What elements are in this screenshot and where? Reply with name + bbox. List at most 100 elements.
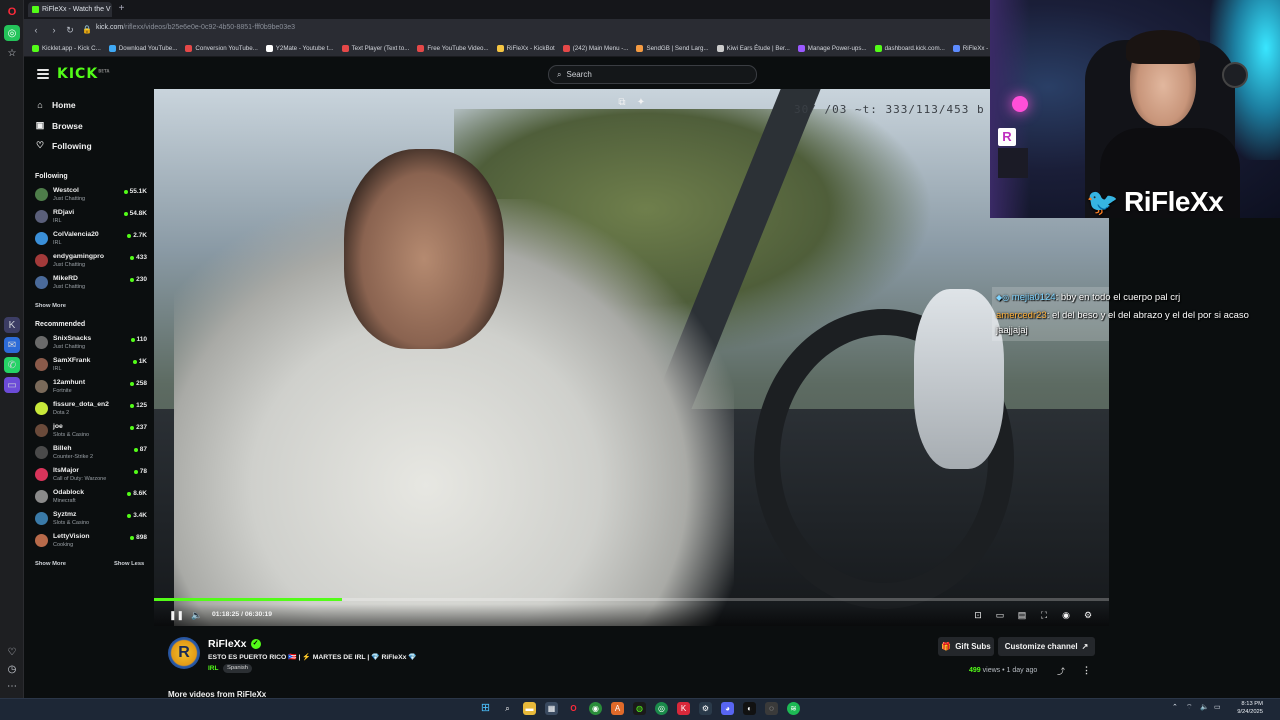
discord-icon[interactable]: ◕ xyxy=(721,702,734,715)
tray-chevron-icon[interactable]: ⌃ xyxy=(1172,703,1178,711)
miniplayer-icon[interactable]: ▭ xyxy=(994,609,1006,621)
whatsapp-sidebar-icon[interactable]: ◎ xyxy=(4,25,20,41)
spotify-icon[interactable]: ≋ xyxy=(787,702,800,715)
views-count: 499 xyxy=(969,667,981,674)
pause-icon[interactable]: ❚❚ xyxy=(169,609,184,621)
picture-in-picture-icon[interactable]: ⧉ xyxy=(616,97,628,109)
video-progress-bar[interactable] xyxy=(154,598,1109,601)
customize-channel-button[interactable]: Customize channel ↗ xyxy=(998,637,1095,656)
settings-gear-icon[interactable]: ⚙ xyxy=(1082,609,1094,621)
bookmark-item[interactable]: Manage Power-ups... xyxy=(797,45,867,52)
back-arrow-icon[interactable]: ‹ xyxy=(30,24,42,36)
twitter-bird-icon: 🐦 xyxy=(1086,187,1118,217)
more-options-icon[interactable]: ⋮ xyxy=(1082,665,1091,676)
channel-item[interactable]: 12amhunt Fortnite 258 xyxy=(35,377,147,397)
clip-icon[interactable]: ⊡ xyxy=(972,609,984,621)
more-dots-icon[interactable]: ⋯ xyxy=(4,678,20,694)
kick-sidebar-icon[interactable]: K xyxy=(4,317,20,333)
bookmark-item[interactable]: Free YouTube Video... xyxy=(417,45,489,52)
bookmark-item[interactable]: SendGB | Send Larg... xyxy=(636,45,709,52)
windows-start-icon[interactable]: ⊞ xyxy=(479,702,492,715)
network-icon[interactable]: ⌔ xyxy=(1186,703,1193,712)
twitch-icon[interactable]: ▭ xyxy=(4,377,20,393)
tab-active[interactable]: RiFleXx - Watch the V xyxy=(28,2,112,17)
channel-item[interactable]: MikeRD Just Chatting 230 xyxy=(35,273,147,293)
bookmark-item[interactable]: Conversion YouTube... xyxy=(185,45,258,52)
channel-item[interactable]: Odablock Minecraft 8.6K xyxy=(35,487,147,507)
playback-speed-icon[interactable]: ◉ xyxy=(1060,609,1072,621)
app-gear-icon[interactable]: ⚙ xyxy=(699,702,712,715)
chrome-icon[interactable]: ◉ xyxy=(589,702,602,715)
viewer-count: 2.7K xyxy=(127,232,147,239)
volume-icon[interactable]: 🔈 xyxy=(191,609,203,621)
app-green-icon[interactable]: ◍ xyxy=(633,702,646,715)
channel-item[interactable]: ItsMajor Call of Duty: Warzone 78 xyxy=(35,465,147,485)
fullscreen-icon[interactable]: ⛶ xyxy=(1038,609,1050,621)
history-icon[interactable]: ◷ xyxy=(4,661,20,677)
lock-icon[interactable]: 🔒 xyxy=(80,24,94,36)
nav-browse[interactable]: ▣ Browse xyxy=(35,120,83,131)
bookmark-item[interactable]: Kicklet.app - Kick C... xyxy=(32,45,101,52)
channel-item[interactable]: SnixSnacks Just Chatting 110 xyxy=(35,333,147,353)
channel-name-row[interactable]: RiFleXx ✓ xyxy=(208,638,261,650)
bookmark-item[interactable]: Download YouTube... xyxy=(108,45,177,52)
video-player[interactable]: 30/ /03 ~t: 333/113/453 b ⧉ ✦ xyxy=(154,89,1109,626)
language-badge[interactable]: Spanish xyxy=(223,664,252,673)
sparkle-icon[interactable]: ✦ xyxy=(635,97,647,109)
nav-home[interactable]: ⌂ Home xyxy=(35,100,75,110)
live-dot-icon xyxy=(130,277,135,282)
obs-icon[interactable]: ◐ xyxy=(743,702,756,715)
kick-logo[interactable]: KICKBETA xyxy=(57,66,109,82)
app-dark-icon[interactable]: ◌ xyxy=(765,702,778,715)
reload-icon[interactable]: ↻ xyxy=(64,24,76,36)
channel-item[interactable]: ColValencia20 IRL 2.7K xyxy=(35,229,147,249)
share-icon[interactable]: ⤴ xyxy=(1057,666,1065,677)
messenger-sidebar-icon[interactable]: ✉ xyxy=(4,337,20,353)
taskbar-search-icon[interactable]: ⌕ xyxy=(501,702,514,715)
search-input[interactable]: ⌕ Search xyxy=(548,65,757,84)
channel-item[interactable]: joe Slots & Casino 237 xyxy=(35,421,147,441)
channel-avatar[interactable]: R xyxy=(168,637,200,669)
volume-tray-icon[interactable]: 🔈 xyxy=(1200,703,1209,711)
channel-item[interactable]: endygamingpro Just Chatting 433 xyxy=(35,251,147,271)
bookmark-item[interactable]: dashboard.kick.com... xyxy=(874,45,945,52)
channel-item[interactable]: Syztmz Slots & Casino 3.4K xyxy=(35,509,147,529)
bookmark-item[interactable]: Y2Mate - Youtube t... xyxy=(265,45,334,52)
show-more-following[interactable]: Show More xyxy=(35,303,66,309)
channel-item[interactable]: Billeh Counter-Strike 2 87 xyxy=(35,443,147,463)
app-a-icon[interactable]: A xyxy=(611,702,624,715)
bookmark-item[interactable]: Kiwi Ears Étude | Ber... xyxy=(716,45,790,52)
category-link[interactable]: IRL xyxy=(208,665,218,672)
channel-item[interactable]: LettyVision Cooking 898 xyxy=(35,531,147,551)
opera-taskbar-icon[interactable]: O xyxy=(567,702,580,715)
app-circle-icon[interactable]: ◎ xyxy=(655,702,668,715)
bookmark-item[interactable]: Text Player (Text to... xyxy=(341,45,409,52)
show-less-recommended[interactable]: Show Less xyxy=(114,561,144,567)
store-icon[interactable]: ▦ xyxy=(545,702,558,715)
file-explorer-icon[interactable]: ▬ xyxy=(523,702,536,715)
nav-following[interactable]: ♡ Following xyxy=(35,140,92,151)
forward-arrow-icon[interactable]: › xyxy=(48,24,60,36)
system-clock[interactable]: 8:13 PM 9/24/2025 xyxy=(1233,700,1263,716)
whatsapp-icon[interactable]: ✆ xyxy=(4,357,20,373)
channel-item[interactable]: fissure_dota_en2 Dota 2 125 xyxy=(35,399,147,419)
channel-avatar xyxy=(35,380,48,393)
heart-outline-icon[interactable]: ♡ xyxy=(4,644,20,660)
channel-item[interactable]: Westcol Just Chatting 55.1K xyxy=(35,185,147,205)
bookmark-favicon-icon xyxy=(562,45,570,52)
app-red-icon[interactable]: K xyxy=(677,702,690,715)
bookmark-item[interactable]: RiFleXx - KickBot xyxy=(496,45,555,52)
hamburger-menu-icon[interactable] xyxy=(37,69,49,79)
url-field[interactable]: kick.com/riflexx/videos/b25e6e0e-0c92-4b… xyxy=(96,24,496,36)
star-icon[interactable]: ☆ xyxy=(4,45,20,61)
bookmark-favicon-icon xyxy=(952,45,960,52)
theater-mode-icon[interactable]: ▤ xyxy=(1016,609,1028,621)
show-more-recommended[interactable]: Show More xyxy=(35,561,66,567)
battery-icon[interactable]: ▭ xyxy=(1214,703,1221,711)
channel-item[interactable]: RDjavi IRL 54.8K xyxy=(35,207,147,227)
opera-logo-icon[interactable]: O xyxy=(4,4,20,20)
gift-subs-button[interactable]: 🎁 Gift Subs xyxy=(938,637,994,656)
new-tab-plus-icon[interactable]: + xyxy=(116,4,127,15)
channel-item[interactable]: SamXFrank IRL 1K xyxy=(35,355,147,375)
bookmark-item[interactable]: (242) Main Menu -... xyxy=(562,45,628,52)
